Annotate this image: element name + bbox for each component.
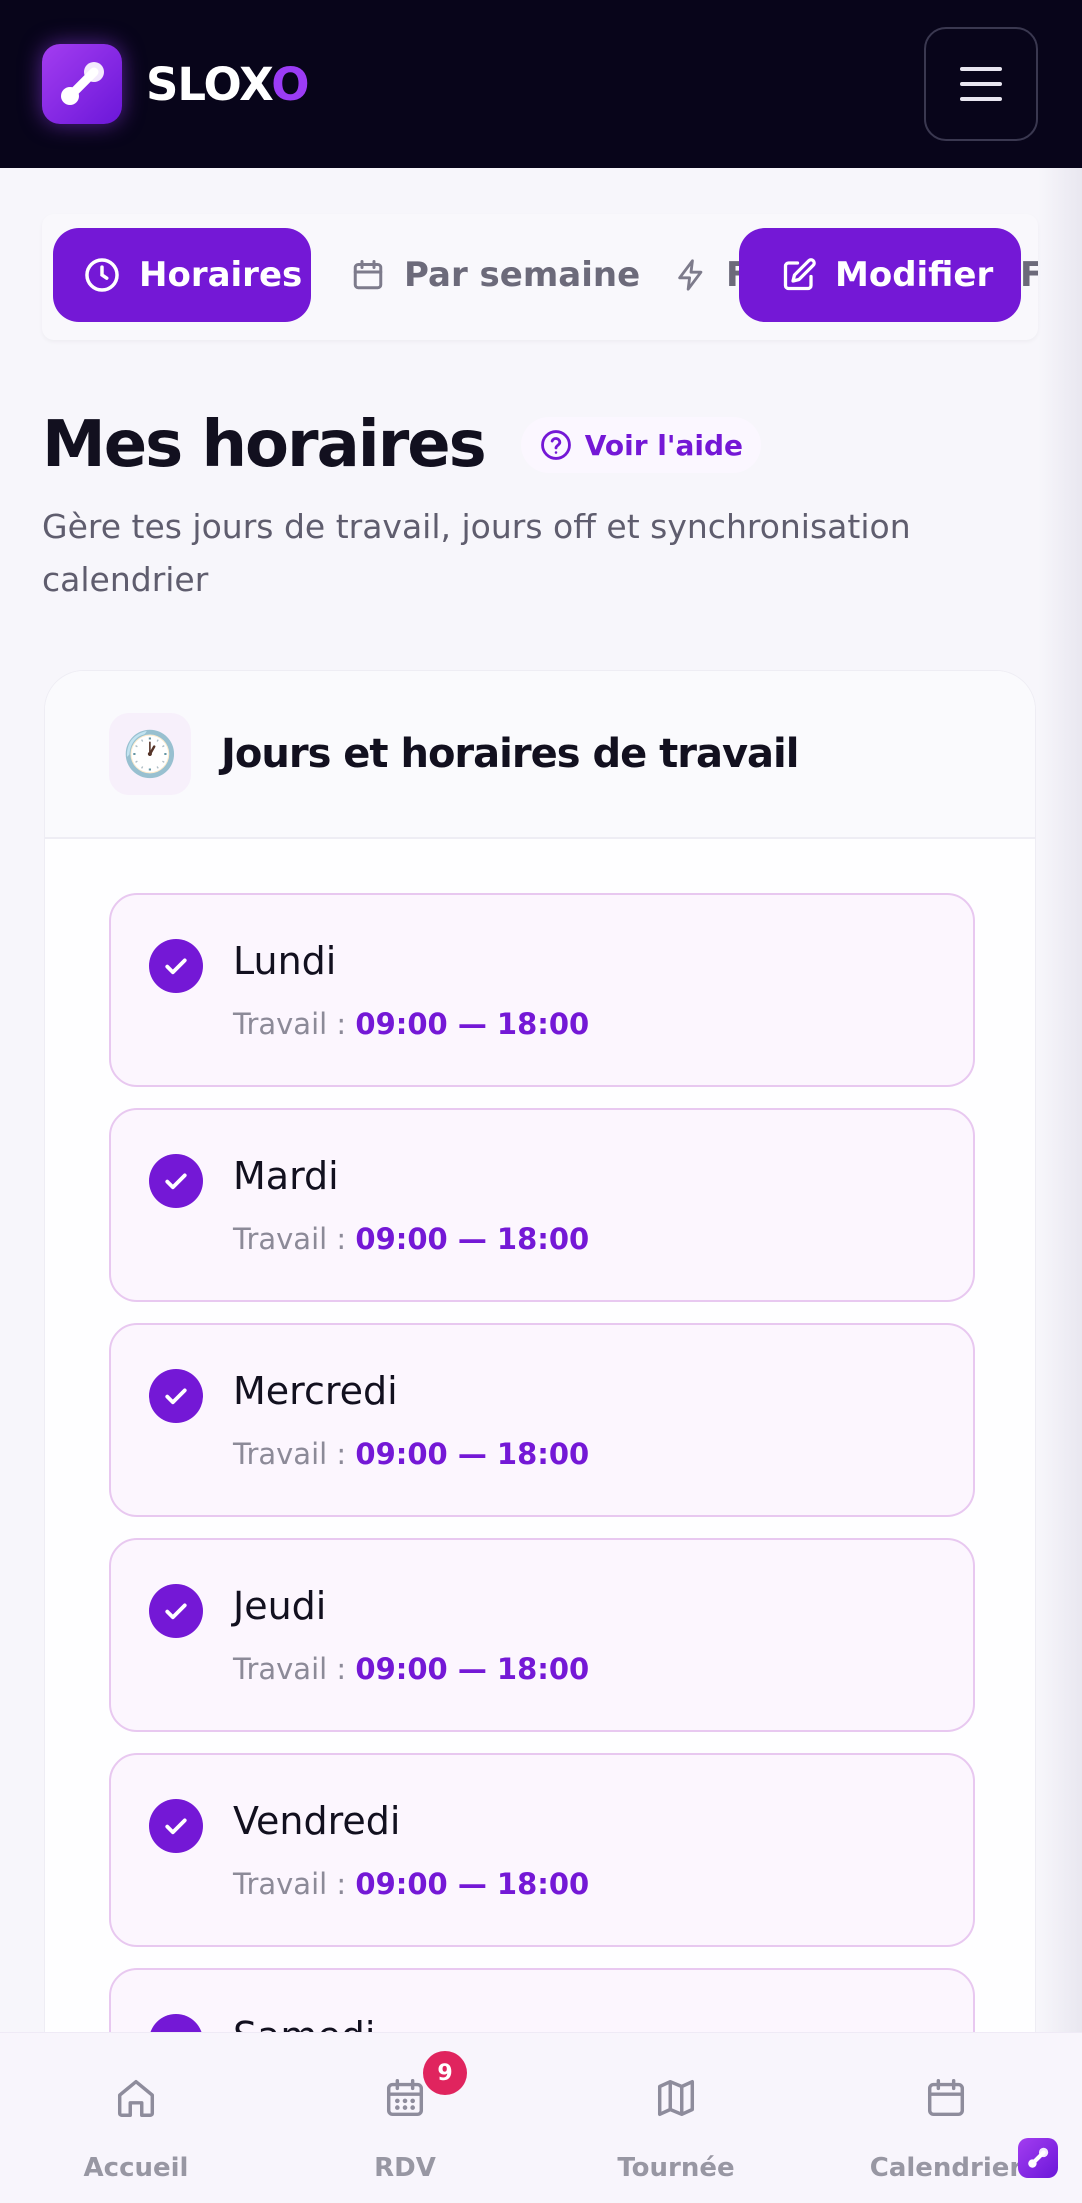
bottom-navigation: Accueil 9 RDV Tournée Calendrier: [0, 2032, 1082, 2202]
calendar-icon: [353, 260, 383, 290]
day-item-mercredi[interactable]: Mercredi Travail : 09:00 — 18:00: [109, 1323, 975, 1517]
clock-emoji: 🕐: [122, 729, 178, 780]
day-name: Mercredi: [233, 1369, 398, 1413]
brand-name: SLOXO: [146, 57, 310, 111]
page-subtitle: Gère tes jours de travail, jours off et …: [42, 507, 911, 599]
nav-item-accueil[interactable]: Accueil: [36, 2033, 236, 2203]
day-name: Lundi: [233, 939, 337, 983]
day-name: Mardi: [233, 1154, 339, 1198]
home-icon: [117, 2079, 155, 2117]
app-logo[interactable]: [42, 44, 122, 124]
calendar-icon: [927, 2079, 965, 2117]
modifier-button[interactable]: Modifier: [739, 228, 1021, 322]
page-title: Mes horaires: [42, 408, 487, 482]
logo-icon: [61, 62, 104, 105]
nav-item-calendrier[interactable]: Calendrier: [846, 2033, 1046, 2203]
day-item-lundi[interactable]: Lundi Travail : 09:00 — 18:00: [109, 893, 975, 1087]
card-title: Jours et horaires de travail: [221, 731, 799, 777]
check-icon[interactable]: [149, 1369, 203, 1423]
work-hours-card: 🕐 Jours et horaires de travail Lundi Tra…: [44, 670, 1036, 2090]
help-circle-icon: [540, 430, 571, 460]
day-hours: Travail : 09:00 — 18:00: [233, 1222, 590, 1256]
nav-item-tournee[interactable]: Tournée: [576, 2033, 776, 2203]
check-icon[interactable]: [149, 939, 203, 993]
logo-icon: [1028, 2147, 1049, 2168]
scroll-fade: [1038, 168, 1082, 2038]
tab-partial[interactable]: F: [674, 228, 749, 322]
nav-label: Calendrier: [869, 2153, 1023, 2183]
day-hours: Travail : 09:00 — 18:00: [233, 1437, 590, 1471]
menu-icon-bar: [960, 67, 1002, 71]
day-hours: Travail : 09:00 — 18:00: [233, 1652, 590, 1686]
day-name: Vendredi: [233, 1799, 401, 1843]
check-icon[interactable]: [149, 1799, 203, 1853]
calendar-grid-icon: [386, 2079, 424, 2117]
menu-icon-bar: [960, 97, 1002, 101]
clock-emoji-icon: 🕐: [109, 713, 191, 795]
nav-label: Accueil: [83, 2153, 189, 2183]
day-item-vendredi[interactable]: Vendredi Travail : 09:00 — 18:00: [109, 1753, 975, 1947]
day-hours: Travail : 09:00 — 18:00: [233, 1007, 590, 1041]
modifier-button-label: Modifier: [835, 255, 994, 295]
page-title-row: Mes horaires Voir l'aide: [42, 408, 761, 482]
tab-horaires[interactable]: Horaires: [53, 228, 311, 322]
nav-label: RDV: [374, 2153, 436, 2183]
section-tabs: Horaires Par semaine F Modifier Fi: [42, 214, 1038, 340]
edit-icon: [783, 258, 816, 291]
hamburger-menu-button[interactable]: [924, 27, 1038, 141]
menu-icon-bar: [960, 82, 1002, 86]
check-icon[interactable]: [149, 1154, 203, 1208]
clock-icon: [85, 258, 119, 292]
help-link-label: Voir l'aide: [584, 428, 743, 462]
nav-label: Tournée: [617, 2153, 735, 2183]
tab-partial-right[interactable]: Fi: [1020, 228, 1038, 322]
floating-logo-button[interactable]: [1018, 2138, 1058, 2178]
nav-item-rdv[interactable]: 9 RDV: [305, 2033, 505, 2203]
day-item-jeudi[interactable]: Jeudi Travail : 09:00 — 18:00: [109, 1538, 975, 1732]
map-icon: [657, 2079, 695, 2117]
tab-par-semaine-label: Par semaine: [404, 255, 641, 295]
tab-partial-right-label: Fi: [1020, 255, 1038, 295]
check-icon[interactable]: [149, 1584, 203, 1638]
help-link[interactable]: Voir l'aide: [520, 417, 761, 473]
tab-horaires-label: Horaires: [139, 255, 303, 295]
tab-par-semaine[interactable]: Par semaine: [350, 228, 640, 322]
rdv-count-badge: 9: [423, 2051, 467, 2095]
day-name: Jeudi: [233, 1584, 327, 1628]
day-hours: Travail : 09:00 — 18:00: [233, 1867, 590, 1901]
app-header: SLOXO: [0, 0, 1082, 168]
day-item-mardi[interactable]: Mardi Travail : 09:00 — 18:00: [109, 1108, 975, 1302]
lightning-icon: [678, 259, 703, 291]
card-header: 🕐 Jours et horaires de travail: [45, 671, 1035, 839]
